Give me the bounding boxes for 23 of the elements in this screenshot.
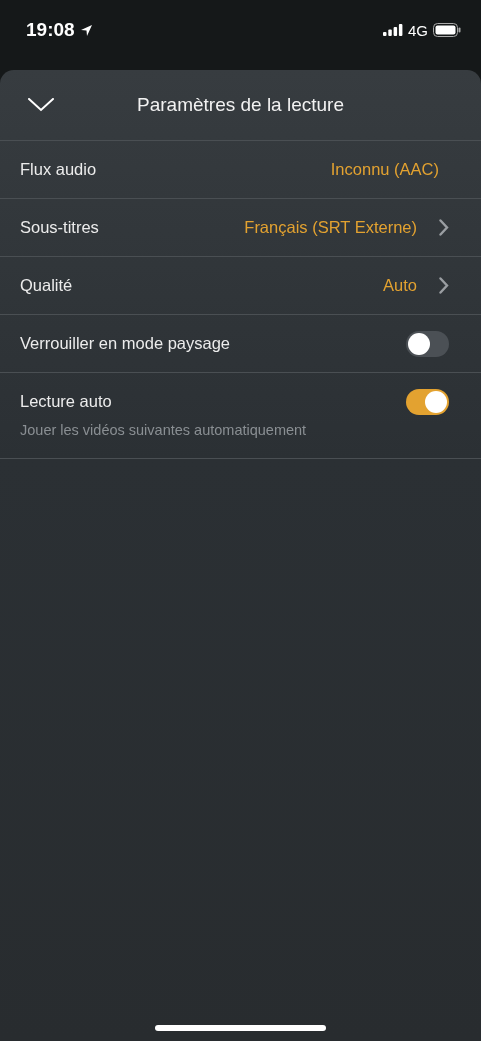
row-label: Lecture auto [20,392,113,411]
row-value: Auto [383,276,417,295]
settings-row[interactable]: Flux audio Inconnu (AAC) [0,141,481,199]
signal-icon [383,24,403,36]
row-label: Sous-titres [20,218,100,237]
network-type: 4G [408,21,428,39]
row-label: Qualité [20,276,74,295]
chevron-down-icon[interactable] [28,98,54,112]
settings-row[interactable]: Verrouiller en mode paysage [0,315,481,373]
row-value: Français (SRT Externe) [244,218,417,237]
row-value: Inconnu (AAC) [330,160,439,179]
settings-row[interactable]: Lecture auto Jouer les vidéos suivantes automatiquement [0,373,481,459]
settings-row[interactable]: Qualité Auto [0,257,481,315]
settings-row[interactable]: Sous-titres Français (SRT Externe) [0,199,481,257]
row-description: Jouer les vidéos suivantes automatiquement [20,422,308,440]
battery-icon [433,23,461,37]
location-arrow-icon [79,23,93,37]
row-label: Verrouiller en mode paysage [20,334,232,353]
status-time: 19:08 [26,19,75,41]
toggle-switch[interactable] [406,388,449,415]
toggle-switch[interactable] [406,330,449,357]
sheet-title: Paramètres de la lecture [137,94,344,116]
row-label: Flux audio [20,160,98,179]
